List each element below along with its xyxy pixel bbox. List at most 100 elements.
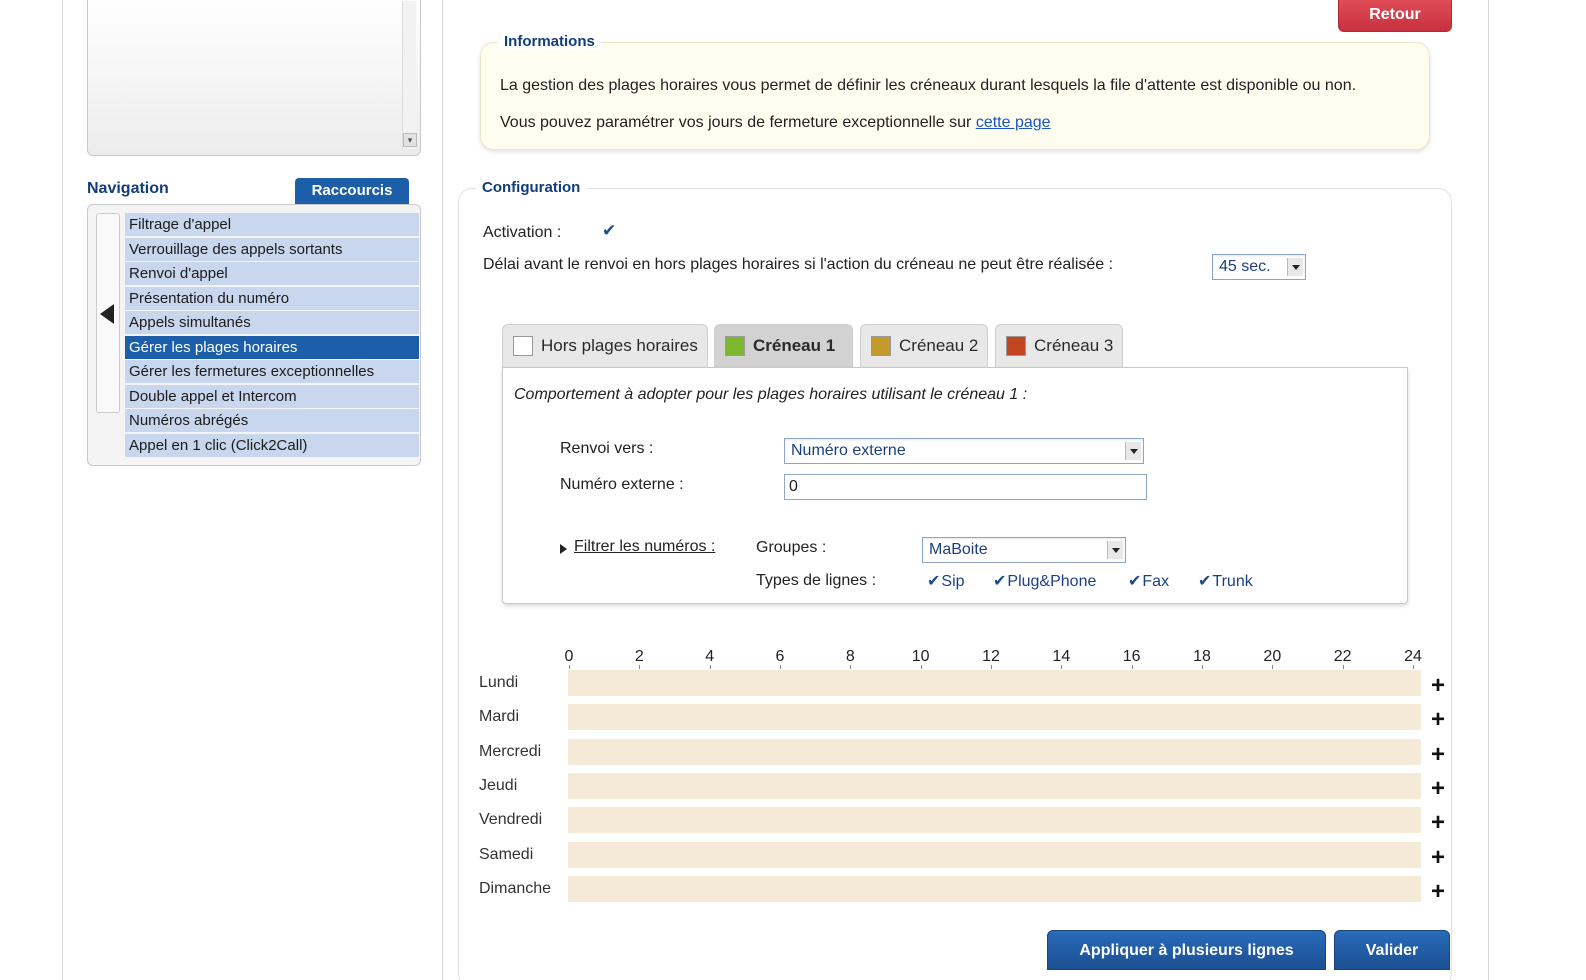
hour-tick-label: 18	[1193, 648, 1211, 665]
hour-tick-label: 22	[1333, 648, 1352, 665]
color-swatch	[513, 336, 533, 356]
hour-tick-mark	[850, 665, 852, 669]
tab-label: Créneau 2	[899, 336, 979, 355]
add-time-slot-icon[interactable]: +	[1428, 811, 1448, 835]
line-type-sip[interactable]: ✔Sip	[927, 571, 965, 591]
checkbox-checked-icon[interactable]: ✔	[1128, 573, 1141, 590]
hour-tick-label: 4	[705, 648, 715, 665]
hour-tick-mark	[920, 665, 922, 669]
delay-select[interactable]: 45 sec.	[1212, 254, 1306, 280]
add-time-slot-icon[interactable]: +	[1428, 776, 1448, 800]
line-type-trunk[interactable]: ✔Trunk	[1198, 571, 1253, 591]
groups-select[interactable]: MaBoite	[922, 537, 1126, 563]
tab-slot-3[interactable]: Créneau 3	[995, 324, 1123, 368]
add-time-slot-icon[interactable]: +	[1428, 708, 1448, 732]
add-time-slot-icon[interactable]: +	[1428, 879, 1448, 903]
hour-tick-label: 10	[911, 648, 930, 665]
line-type-label: Fax	[1142, 573, 1170, 590]
hour-tick-label: 14	[1052, 648, 1071, 665]
groups-label: Groupes :	[756, 539, 827, 556]
sidebar-item[interactable]: Numéros abrégés	[125, 409, 419, 432]
tab-label: Créneau 1	[753, 336, 836, 355]
hour-tick-label: 6	[775, 648, 785, 665]
forward-value: Numéro externe	[791, 442, 906, 459]
hour-tick-label: 2	[634, 648, 644, 665]
day-timeline-bar[interactable]	[568, 772, 1421, 799]
hour-tick-label: 8	[845, 648, 855, 665]
forward-label: Renvoi vers :	[560, 440, 654, 457]
apply-multiple-lines-button[interactable]: Appliquer à plusieurs lignes	[1047, 930, 1326, 970]
tab-slot-2[interactable]: Créneau 2	[860, 324, 988, 368]
activation-checkbox[interactable]: ✔	[602, 222, 620, 240]
hour-tick-mark	[1272, 665, 1274, 669]
hour-tick-label: 12	[982, 648, 1000, 665]
scroll-down-icon[interactable]: ▾	[403, 133, 417, 147]
checkbox-checked-icon[interactable]: ✔	[927, 573, 940, 590]
sidebar-item[interactable]: Appels simultanés	[125, 311, 419, 334]
closing-page-link[interactable]: cette page	[976, 114, 1051, 131]
add-time-slot-icon[interactable]: +	[1428, 674, 1448, 698]
information-text: La gestion des plages horaires vous perm…	[500, 77, 1357, 94]
scrollbar[interactable]: ▾	[402, 1, 417, 149]
sidebar-item[interactable]: Présentation du numéro	[125, 286, 419, 310]
shortcuts-tab[interactable]: Raccourcis	[295, 178, 409, 204]
page-frame-right	[1488, 0, 1489, 980]
delay-value: 45 sec.	[1219, 258, 1271, 275]
hour-tick-mark	[1202, 665, 1203, 669]
activation-label: Activation :	[483, 224, 562, 241]
information-legend: Informations	[498, 33, 601, 50]
day-label: Jeudi	[479, 776, 518, 794]
navigation-panel: Filtrage d'appel Verrouillage des appels …	[87, 204, 421, 466]
checkbox-checked-icon[interactable]: ✔	[1198, 573, 1211, 590]
day-label: Lundi	[479, 674, 519, 691]
sidebar-item[interactable]: Double appel et Intercom	[125, 384, 419, 408]
hour-tick-label: 16	[1122, 648, 1141, 665]
groups-value: MaBoite	[929, 541, 988, 558]
hour-tick-mark	[780, 665, 781, 669]
day-timeline-bar[interactable]	[568, 738, 1421, 765]
filter-numbers-link[interactable]: Filtrer les numéros :	[574, 538, 715, 556]
chevron-down-icon	[1125, 442, 1141, 460]
configuration-legend: Configuration	[476, 179, 587, 196]
day-timeline-bar[interactable]	[568, 807, 1421, 834]
sidebar-item[interactable]: Appel en 1 clic (Click2Call)	[125, 433, 419, 457]
collapse-arrow-icon	[100, 304, 114, 324]
sidebar-item[interactable]: Renvoi d'appel	[125, 262, 419, 285]
hour-tick-mark	[1131, 665, 1133, 669]
day-timeline-bar[interactable]	[568, 841, 1421, 868]
line-type-label: Sip	[941, 573, 965, 590]
tab-off-hours[interactable]: Hors plages horaires	[502, 324, 708, 368]
hour-tick-mark	[569, 665, 570, 669]
sidebar-item[interactable]: Gérer les fermetures exceptionnelles	[125, 360, 419, 383]
sidebar-item[interactable]: Filtrage d'appel	[125, 213, 419, 236]
checkbox-checked-icon[interactable]: ✔	[993, 573, 1006, 590]
validate-button[interactable]: Valider	[1334, 930, 1450, 970]
day-label: Mercredi	[479, 742, 542, 760]
tab-slot-1[interactable]: Créneau 1	[714, 324, 853, 368]
external-number-input[interactable]: 0	[784, 474, 1147, 500]
day-timeline-bar[interactable]	[568, 670, 1421, 696]
page-frame-left	[62, 0, 63, 980]
sidebar-item[interactable]: Gérer les plages horaires	[125, 335, 419, 359]
tab-label: Hors plages horaires	[541, 336, 698, 355]
chevron-down-icon	[1287, 258, 1303, 276]
collapse-sidebar-button[interactable]	[96, 213, 120, 413]
day-label: Vendredi	[479, 811, 543, 829]
page-frame-divider	[442, 0, 443, 980]
line-type-plugphone[interactable]: ✔Plug&Phone	[993, 571, 1096, 591]
color-swatch	[725, 336, 745, 356]
forward-select[interactable]: Numéro externe	[784, 438, 1144, 464]
hour-tick-label: 24	[1404, 648, 1422, 665]
day-timeline-bar[interactable]	[568, 875, 1421, 902]
tab-label: Créneau 3	[1034, 336, 1114, 355]
line-types-label: Types de lignes :	[756, 572, 877, 589]
sidebar-item[interactable]: Verrouillage des appels sortants	[125, 237, 419, 261]
color-swatch	[1006, 336, 1026, 356]
external-number-label: Numéro externe :	[560, 476, 684, 493]
day-timeline-bar[interactable]	[568, 704, 1421, 731]
line-type-fax[interactable]: ✔Fax	[1128, 571, 1169, 591]
expand-triangle-icon[interactable]	[560, 544, 567, 554]
back-button[interactable]: Retour	[1338, 0, 1452, 32]
add-time-slot-icon[interactable]: +	[1428, 845, 1448, 869]
add-time-slot-icon[interactable]: +	[1428, 742, 1448, 766]
